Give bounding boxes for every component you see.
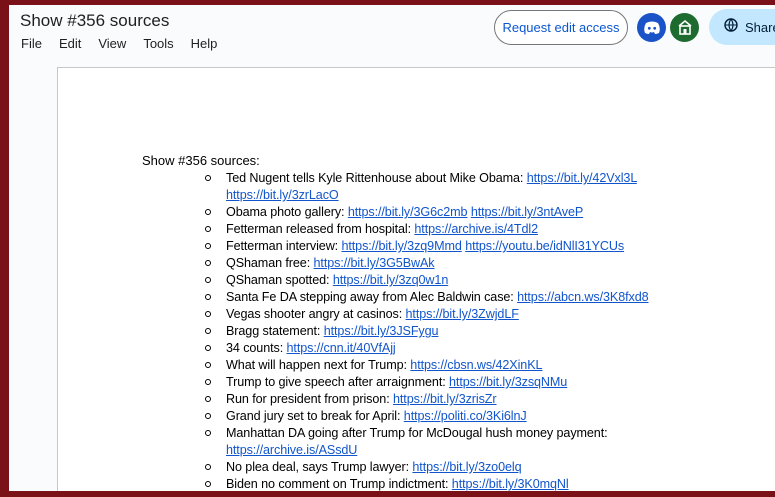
document-canvas: Show #356 sources: Ted Nugent tells Kyle…: [9, 67, 775, 491]
sources-list: Ted Nugent tells Kyle Rittenhouse about …: [201, 170, 671, 491]
bullet-icon: [205, 209, 211, 215]
source-link[interactable]: https://bit.ly/3zsqNMu: [449, 375, 567, 389]
menu-bar: File Edit View Tools Help: [21, 36, 234, 51]
bullet-icon: [205, 311, 211, 317]
list-item: Grand jury set to break for April: https…: [201, 408, 671, 425]
bullet-icon: [205, 294, 211, 300]
source-link[interactable]: https://bit.ly/3G6c2mb: [348, 205, 468, 219]
bullet-icon: [205, 345, 211, 351]
sources-heading: Show #356 sources:: [142, 153, 260, 168]
list-item: No plea deal, says Trump lawyer: https:/…: [201, 459, 671, 476]
list-item: Ted Nugent tells Kyle Rittenhouse about …: [201, 170, 671, 204]
bullet-icon: [205, 430, 211, 436]
source-link[interactable]: https://bit.ly/3K0mqNl: [452, 477, 569, 491]
source-description: No plea deal, says Trump lawyer:: [226, 460, 413, 474]
list-item: Trump to give speech after arraignment: …: [201, 374, 671, 391]
document-page: Show #356 sources: Ted Nugent tells Kyle…: [57, 67, 775, 491]
source-link[interactable]: https://archive.is/4Tdl2: [414, 222, 538, 236]
source-link[interactable]: https://bit.ly/3G5BwAk: [314, 256, 435, 270]
request-edit-access-button[interactable]: Request edit access: [494, 10, 628, 45]
bullet-icon: [205, 413, 211, 419]
list-item: Fetterman released from hospital: https:…: [201, 221, 671, 238]
source-description: Fetterman interview:: [226, 239, 342, 253]
list-item: Vegas shooter angry at casinos: https://…: [201, 306, 671, 323]
source-description: 34 counts:: [226, 341, 287, 355]
list-item: QShaman free: https://bit.ly/3G5BwAk: [201, 255, 671, 272]
share-button[interactable]: Share: [709, 9, 775, 45]
bullet-icon: [205, 464, 211, 470]
menu-view[interactable]: View: [98, 36, 126, 51]
document-title[interactable]: Show #356 sources: [20, 11, 169, 31]
share-label: Share: [745, 19, 775, 35]
bullet-icon: [205, 260, 211, 266]
list-item: 34 counts: https://cnn.it/40VfAjj: [201, 340, 671, 357]
source-description: Obama photo gallery:: [226, 205, 348, 219]
list-item: Run for president from prison: https://b…: [201, 391, 671, 408]
list-item: Manhattan DA going after Trump for McDou…: [201, 425, 671, 459]
cbox-icon[interactable]: [670, 13, 699, 42]
source-link[interactable]: https://bit.ly/3zrLacO: [226, 188, 339, 202]
list-item: What will happen next for Trump: https:/…: [201, 357, 671, 374]
menu-edit[interactable]: Edit: [59, 36, 81, 51]
source-description: Run for president from prison:: [226, 392, 393, 406]
source-link[interactable]: https://bit.ly/42Vxl3L: [527, 171, 637, 185]
source-link[interactable]: https://cnn.it/40VfAjj: [287, 341, 396, 355]
globe-icon: [724, 17, 738, 37]
list-item: Santa Fe DA stepping away from Alec Bald…: [201, 289, 671, 306]
source-description: What will happen next for Trump:: [226, 358, 411, 372]
docs-app: Show #356 sources File Edit View Tools Help …: [9, 5, 775, 491]
source-link[interactable]: https://bit.ly/3JSFygu: [324, 324, 439, 338]
source-description: Manhattan DA going after Trump for McDou…: [226, 426, 608, 440]
bullet-icon: [205, 362, 211, 368]
source-description: Trump to give speech after arraignment:: [226, 375, 450, 389]
source-link[interactable]: https://bit.ly/3zq9Mmd: [341, 239, 461, 253]
source-link[interactable]: https://bit.ly/3ntAveP: [471, 205, 583, 219]
source-description: QShaman free:: [226, 256, 314, 270]
menu-file[interactable]: File: [21, 36, 42, 51]
source-description: Santa Fe DA stepping away from Alec Bald…: [226, 290, 518, 304]
bullet-icon: [205, 226, 211, 232]
discord-icon[interactable]: [637, 13, 666, 42]
source-link[interactable]: https://archive.is/ASsdU: [226, 443, 357, 457]
list-item: QShaman spotted: https://bit.ly/3zq0w1n: [201, 272, 671, 289]
list-item: Bragg statement: https://bit.ly/3JSFygu: [201, 323, 671, 340]
list-item: Biden no comment on Trump indictment: ht…: [201, 476, 671, 491]
menu-tools[interactable]: Tools: [143, 36, 173, 51]
source-link[interactable]: https://bit.ly/3zrisZr: [393, 392, 497, 406]
bullet-icon: [205, 396, 211, 402]
source-link[interactable]: https://cbsn.ws/42XinKL: [410, 358, 542, 372]
source-description: Bragg statement:: [226, 324, 324, 338]
source-description: Ted Nugent tells Kyle Rittenhouse about …: [226, 171, 527, 185]
source-description: Fetterman released from hospital:: [226, 222, 415, 236]
source-link[interactable]: https://politi.co/3Ki6lnJ: [404, 409, 527, 423]
list-item: Obama photo gallery: https://bit.ly/3G6c…: [201, 204, 671, 221]
source-description: QShaman spotted:: [226, 273, 333, 287]
bullet-icon: [205, 243, 211, 249]
list-item: Fetterman interview: https://bit.ly/3zq9…: [201, 238, 671, 255]
source-link[interactable]: https://youtu.be/idNlI31YCUs: [465, 239, 624, 253]
source-link[interactable]: https://bit.ly/3ZwjdLF: [406, 307, 519, 321]
bullet-icon: [205, 481, 211, 487]
source-link[interactable]: https://abcn.ws/3K8fxd8: [517, 290, 649, 304]
bullet-icon: [205, 379, 211, 385]
bullet-icon: [205, 277, 211, 283]
bullet-icon: [205, 175, 211, 181]
bullet-icon: [205, 328, 211, 334]
source-description: Grand jury set to break for April:: [226, 409, 404, 423]
source-description: Biden no comment on Trump indictment:: [226, 477, 452, 491]
source-link[interactable]: https://bit.ly/3zq0w1n: [333, 273, 449, 287]
menu-help[interactable]: Help: [191, 36, 218, 51]
source-link[interactable]: https://bit.ly/3zo0elq: [412, 460, 521, 474]
source-description: Vegas shooter angry at casinos:: [226, 307, 406, 321]
